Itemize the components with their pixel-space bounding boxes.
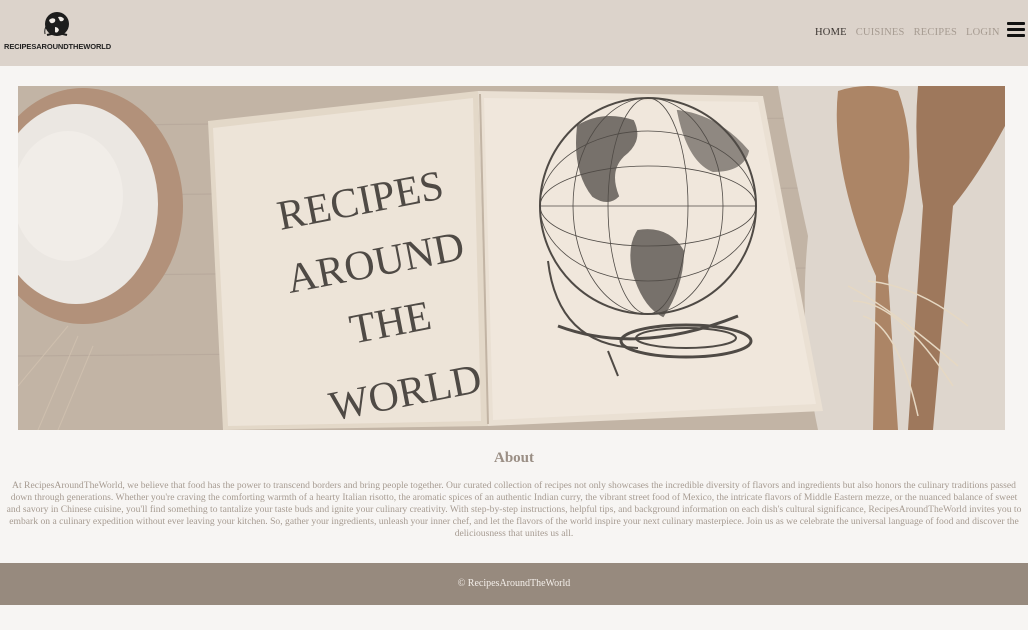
nav-cuisines[interactable]: CUISINES: [856, 27, 905, 38]
globe-logo-icon: [44, 12, 69, 36]
site-logo[interactable]: RECIPESAROUNDTHEWORLD: [4, 10, 112, 56]
logo-text: RECIPESAROUNDTHEWORLD: [4, 42, 112, 51]
about-paragraph: At RecipesAroundTheWorld, we believe tha…: [6, 480, 1022, 539]
nav-home[interactable]: HOME: [815, 27, 847, 38]
site-header: RECIPESAROUNDTHEWORLD HOME CUISINES RECI…: [0, 0, 1028, 66]
hamburger-menu-icon[interactable]: [1007, 22, 1025, 38]
footer-copyright: © RecipesAroundTheWorld: [457, 578, 571, 589]
hero-illustration: RECIPES AROUND THE WORLD: [18, 86, 1005, 430]
nav-recipes[interactable]: RECIPES: [914, 27, 957, 38]
nav-login[interactable]: LOGIN: [966, 27, 1000, 38]
main-nav: HOME CUISINES RECIPES LOGIN: [815, 27, 1000, 38]
site-footer: © RecipesAroundTheWorld: [0, 563, 1028, 605]
about-heading: About: [493, 450, 534, 466]
hero-banner: RECIPES AROUND THE WORLD: [18, 86, 1005, 430]
